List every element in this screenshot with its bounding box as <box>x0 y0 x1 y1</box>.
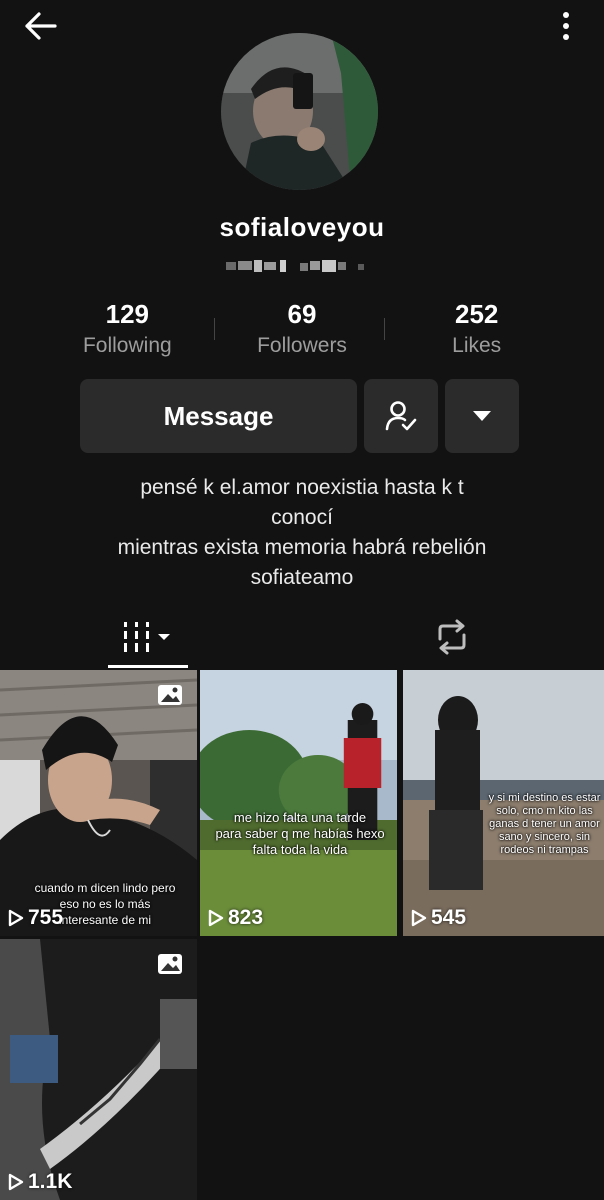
video-caption: me hizo falta una tarde para saber q me … <box>215 810 385 857</box>
following-label: Following <box>82 334 172 357</box>
play-icon <box>8 909 24 927</box>
view-count-text: 755 <box>28 906 64 929</box>
stat-followers[interactable]: 69 Followers <box>215 296 390 366</box>
grid-icon <box>124 622 170 652</box>
profile-screen: sofialoveyou 129 Following 69 Followers … <box>0 0 604 1200</box>
likes-label: Likes <box>452 334 502 357</box>
tab-reposts[interactable] <box>412 606 492 668</box>
bio-line: conocí <box>271 506 333 529</box>
view-count-text: 545 <box>431 906 467 929</box>
following-count: 129 <box>105 299 150 329</box>
blurred-secondary-name <box>226 260 364 272</box>
more-options-icon[interactable] <box>556 6 576 46</box>
video-caption: y si mi destino es estar solo, cmo m kit… <box>488 792 601 856</box>
play-icon <box>8 1173 24 1191</box>
message-button[interactable]: Message <box>80 379 357 453</box>
video-thumbnail[interactable]: y si mi destino es estar solo, cmo m kit… <box>403 670 604 936</box>
view-count-text: 823 <box>228 906 264 929</box>
view-count-text: 1.1K <box>28 1170 73 1193</box>
stats-row: 129 Following 69 Followers 252 Likes <box>40 296 564 366</box>
back-arrow-icon[interactable] <box>20 6 60 46</box>
username: sofialoveyou <box>219 212 385 242</box>
view-count: 755 <box>8 906 63 930</box>
tab-videos[interactable] <box>108 606 188 668</box>
friends-button[interactable] <box>364 379 438 453</box>
repost-icon <box>438 619 466 655</box>
video-thumbnail[interactable]: 1.1K <box>0 939 197 1200</box>
followers-label: Followers <box>257 334 347 357</box>
play-icon <box>411 909 427 927</box>
photo-post-icon <box>158 685 182 705</box>
bio: pensé k el.amor noexistia hasta k t cono… <box>40 473 564 593</box>
person-check-icon <box>385 401 417 431</box>
view-count: 823 <box>208 906 263 930</box>
bio-line: pensé k el.amor noexistia hasta k t <box>140 476 464 499</box>
avatar[interactable] <box>221 33 378 190</box>
bio-line: sofiateamo <box>250 566 354 589</box>
view-count: 545 <box>411 906 466 930</box>
view-count: 1.1K <box>8 1170 72 1194</box>
caret-down-icon <box>473 411 491 421</box>
suggested-accounts-button[interactable] <box>445 379 519 453</box>
bio-line: mientras exista memoria habrá rebelión <box>117 536 487 559</box>
photo-post-icon <box>158 954 182 974</box>
stat-likes[interactable]: 252 Likes <box>389 296 564 366</box>
stat-divider <box>384 318 385 340</box>
content-tabs <box>0 606 604 668</box>
likes-count: 252 <box>454 299 499 329</box>
play-icon <box>208 909 224 927</box>
stat-following[interactable]: 129 Following <box>40 296 215 366</box>
video-thumbnail[interactable]: me hizo falta una tarde para saber q me … <box>200 670 397 936</box>
thumbnail-image <box>200 670 397 936</box>
active-tab-indicator <box>108 665 188 668</box>
video-thumbnail[interactable]: cuando m dicen lindo pero eso no es lo m… <box>0 670 197 936</box>
stat-divider <box>214 318 215 340</box>
thumbnail-image <box>0 939 197 1200</box>
followers-count: 69 <box>287 299 317 329</box>
